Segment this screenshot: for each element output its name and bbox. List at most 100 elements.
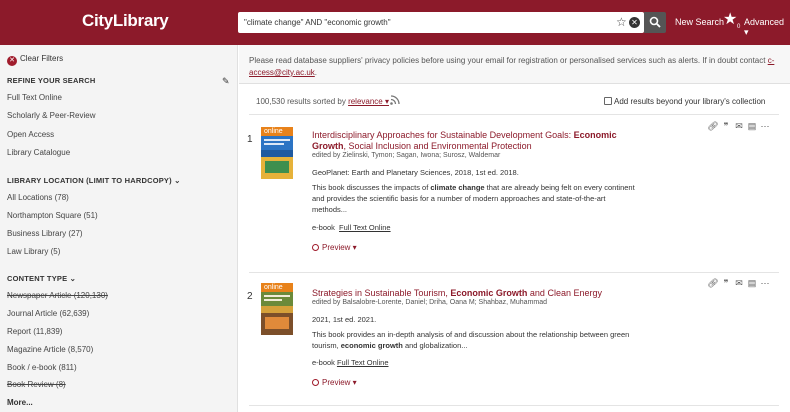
description-part: and globalization... — [402, 341, 468, 350]
chevron-down-icon: ⌄ — [174, 176, 181, 185]
clear-filters-icon: ✕ — [7, 56, 17, 66]
notice-end: . — [314, 68, 318, 77]
record-title-part: Strategies in Sustainable Tourism, — [312, 288, 451, 298]
description-highlight: economic growth — [340, 341, 403, 350]
record-actions: 🔗︎ ❞ ✉ ▤ ⋯ — [707, 278, 772, 289]
beyond-collection-label: Add results beyond your library's collec… — [614, 97, 766, 106]
beyond-collection-checkbox[interactable]: Add results beyond your library's collec… — [604, 97, 765, 106]
location-item-northampton[interactable]: Northampton Square (51) — [7, 211, 98, 220]
content-item-journal[interactable]: Journal Article (62,639) — [7, 309, 89, 318]
record-title-part: Interdisciplinary Approaches for Sustain… — [312, 130, 574, 140]
online-badge: online — [261, 127, 293, 136]
record-format: e-book Full Text Online — [312, 223, 391, 232]
divider — [249, 272, 779, 273]
book-cover[interactable]: online — [261, 127, 293, 179]
record-title-link[interactable]: Interdisciplinary Approaches for Sustain… — [312, 130, 642, 152]
content-item-book-review[interactable]: Book Review (8) — [7, 380, 66, 389]
results-count-text: 100,530 results sorted by — [256, 97, 349, 106]
location-heading[interactable]: LIBRARY LOCATION (LIMIT TO HARDCOPY) ⌄ — [7, 176, 181, 185]
record-number: 2 — [247, 291, 253, 302]
refine-item-scholarly[interactable]: Scholarly & Peer-Review — [7, 111, 95, 120]
book-cover[interactable]: online — [261, 283, 293, 335]
clear-filters-button[interactable]: ✕ Clear Filters — [7, 54, 63, 66]
record-number: 1 — [247, 134, 253, 145]
pencil-edit-icon[interactable]: ✎ — [222, 76, 230, 87]
save-icon[interactable]: ▤ — [746, 121, 758, 132]
full-text-online-link[interactable]: Full Text Online — [337, 358, 389, 367]
more-options-icon[interactable]: ⋯ — [759, 121, 771, 132]
email-icon[interactable]: ✉ — [733, 121, 745, 132]
starred-items-icon[interactable]: ★ — [723, 12, 737, 28]
star-search-icon[interactable]: ☆ — [616, 16, 627, 28]
divider — [249, 405, 779, 406]
new-search-link[interactable]: New Search — [675, 17, 724, 27]
preview-toggle[interactable]: Preview ▾ — [312, 378, 357, 387]
preview-label: Preview ▾ — [322, 243, 357, 252]
more-link[interactable]: More... — [7, 398, 33, 407]
record-actions: 🔗︎ ❞ ✉ ▤ ⋯ — [707, 121, 772, 132]
email-icon[interactable]: ✉ — [733, 278, 745, 289]
location-item-law[interactable]: Law Library (5) — [7, 247, 60, 256]
content-item-book-review-label: Book Review (8) — [7, 380, 66, 389]
filter-sidebar: ✕ Clear Filters REFINE YOUR SEARCH ✎ Full… — [0, 45, 238, 412]
cite-icon[interactable]: ❞ — [720, 121, 732, 132]
record-description: This book provides an in-depth analysis … — [312, 329, 642, 351]
cite-icon[interactable]: ❞ — [720, 278, 732, 289]
location-item-all[interactable]: All Locations (78) — [7, 193, 69, 202]
refine-item-open-access[interactable]: Open Access — [7, 130, 54, 139]
advanced-search-link[interactable]: Advanced ▾ — [744, 17, 790, 38]
content-item-newspaper-label: Newspaper Article (120,130) — [7, 291, 108, 300]
record-format: e-book Full Text Online — [312, 358, 389, 367]
starred-count: 0 — [737, 24, 741, 30]
rss-icon[interactable] — [390, 95, 400, 105]
refine-item-library-catalogue[interactable]: Library Catalogue — [7, 148, 70, 157]
online-badge: online — [261, 283, 293, 292]
content-item-magazine[interactable]: Magazine Article (8,570) — [7, 345, 93, 354]
location-item-business[interactable]: Business Library (27) — [7, 229, 83, 238]
format-type: e-book — [312, 223, 335, 232]
search-box: ☆ ✕ — [238, 12, 644, 33]
refine-heading: REFINE YOUR SEARCH — [7, 76, 96, 85]
content-item-book[interactable]: Book / e-book (811) — [7, 363, 77, 372]
magnifier-icon — [312, 244, 319, 251]
refine-item-full-text[interactable]: Full Text Online — [7, 93, 62, 102]
more-options-icon[interactable]: ⋯ — [759, 278, 771, 289]
clear-search-icon[interactable]: ✕ — [629, 17, 640, 28]
full-text-online-link[interactable]: Full Text Online — [339, 223, 391, 232]
search-icon — [649, 16, 661, 28]
search-input[interactable] — [244, 12, 609, 33]
record-source: GeoPlanet: Earth and Planetary Sciences,… — [312, 168, 519, 177]
description-highlight: climate change — [430, 183, 485, 192]
top-header: CityLibrary ☆ ✕ New Search ★ 0 Advanced … — [0, 0, 790, 45]
content-item-newspaper[interactable]: Newspaper Article (120,130) — [7, 291, 108, 300]
preview-label: Preview ▾ — [322, 378, 357, 387]
record-authors: edited by Zielinski, Tymon; Sagan, Iwona… — [312, 152, 501, 159]
preview-toggle[interactable]: Preview ▾ — [312, 243, 357, 252]
link-icon[interactable]: 🔗︎ — [707, 121, 719, 132]
record-authors: edited by Balsalobre-Lorente, Daniel; Dr… — [312, 299, 548, 306]
location-heading-label: LIBRARY LOCATION (LIMIT TO HARDCOPY) — [7, 176, 172, 185]
divider — [249, 114, 779, 115]
link-icon[interactable]: 🔗︎ — [707, 278, 719, 289]
magnifier-icon — [312, 379, 319, 386]
record-title-highlight: Economic Growth — [450, 288, 528, 298]
search-button[interactable] — [644, 12, 666, 33]
format-type: e-book — [312, 358, 335, 367]
checkbox-icon — [604, 97, 612, 105]
chevron-down-icon: ⌄ — [69, 274, 77, 283]
results-pane: Please read database suppliers' privacy … — [239, 45, 790, 412]
save-icon[interactable]: ▤ — [746, 278, 758, 289]
sort-dropdown[interactable]: relevance ▾ — [348, 97, 389, 106]
notice-text: Please read database suppliers' privacy … — [249, 56, 768, 65]
privacy-notice-text: Please read database suppliers' privacy … — [249, 55, 779, 79]
description-part: This book discusses the impacts of — [312, 183, 431, 192]
results-count: 100,530 results sorted by relevance ▾ — [256, 97, 389, 106]
content-type-heading-label: CONTENT TYPE — [7, 274, 68, 283]
content-type-heading[interactable]: CONTENT TYPE ⌄ — [7, 274, 76, 283]
record-source: 2021, 1st ed. 2021. — [312, 315, 377, 324]
clear-filters-label: Clear Filters — [20, 54, 64, 63]
content-item-report[interactable]: Report (11,839) — [7, 327, 62, 336]
brand-logo[interactable]: CityLibrary — [82, 11, 169, 31]
record-description: This book discusses the impacts of clima… — [312, 182, 642, 215]
record-title-link[interactable]: Strategies in Sustainable Tourism, Econo… — [312, 288, 642, 299]
